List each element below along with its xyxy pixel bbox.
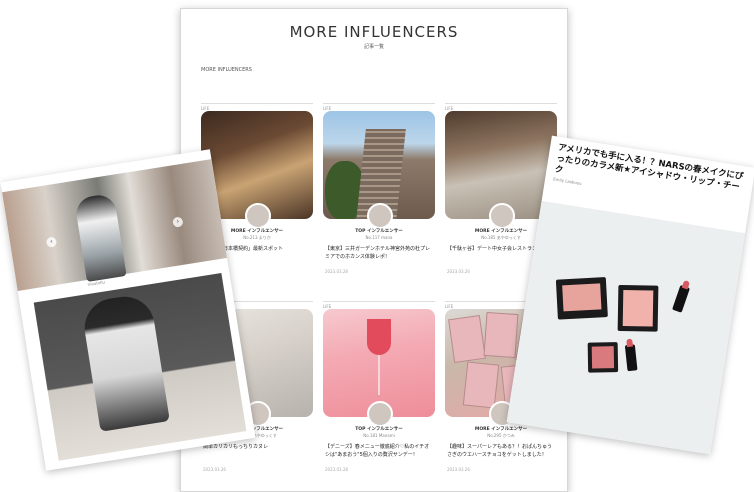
avatar bbox=[367, 401, 393, 427]
article-headline[interactable]: 簡単カリカリもっちりカヌレ bbox=[203, 443, 311, 451]
carousel-next-icon[interactable]: › bbox=[172, 216, 184, 228]
article-date: 2023.03.28 bbox=[325, 269, 348, 274]
page-title: MORE INFLUENCERS bbox=[289, 23, 459, 41]
eyeshadow-palette-shape bbox=[555, 277, 608, 320]
article-headline[interactable]: 【趣味】スーパーレアもある？！おぱんちゅうさぎのウエハースチョコをゲットしました… bbox=[447, 443, 555, 459]
influencer-name: No.117 mana bbox=[365, 235, 393, 240]
avatar bbox=[367, 203, 393, 229]
snack-pack-shape bbox=[462, 361, 500, 409]
snack-pack-shape bbox=[448, 314, 486, 364]
article-detail-page: アメリカでも手に入る！？NARSの春メイクにぴったりのカラメ新★アイシャドウ・リ… bbox=[506, 135, 754, 455]
avatar bbox=[489, 203, 515, 229]
person-figure bbox=[73, 192, 127, 283]
cheek-palette-shape bbox=[617, 284, 659, 332]
category-tag: LIFE bbox=[201, 103, 313, 111]
article-hero-photo bbox=[506, 200, 746, 455]
article-date: 2023.03.26 bbox=[447, 467, 470, 472]
article-headline[interactable]: 【デニーズ】春メニュー徹底紹介♡私のイチオシは"あまおう"5個入りの贅沢サンデー… bbox=[325, 443, 433, 459]
snack-pack-shape bbox=[483, 311, 519, 359]
article-card[interactable]: LIFE TOP インフルエンサー No.117 mana 【東京】三井ガーデン… bbox=[323, 103, 435, 293]
article-date: 2023.03.26 bbox=[203, 467, 226, 472]
influencer-rank: TOP インフルエンサー bbox=[355, 427, 403, 432]
cocktail-shape bbox=[367, 319, 391, 355]
lipstick-shape bbox=[624, 338, 638, 372]
category-tag: LIFE bbox=[323, 103, 435, 111]
category-tag: LIFE bbox=[323, 301, 435, 309]
influencer-name: No.295 かつみ bbox=[487, 433, 515, 438]
article-card[interactable]: LIFE TOP インフルエンサー No.181 Manami 【デニーズ】春メ… bbox=[323, 301, 435, 491]
category-tag: LIFE bbox=[445, 103, 557, 111]
article-headline[interactable]: 【東京】三井ガーデンホテル神宮外苑の杜プレミアでのホカンス体験レポ！ bbox=[325, 245, 433, 261]
article-date: 2023.03.26 bbox=[447, 269, 470, 274]
photo-carousel-page: ‹ › moutollu bbox=[0, 149, 256, 471]
influencer-rank: TOP インフルエンサー bbox=[355, 229, 403, 234]
page-subtitle: 記事一覧 bbox=[363, 44, 384, 50]
avatar bbox=[245, 203, 271, 229]
article-date: 2023.03.28 bbox=[325, 467, 348, 472]
lipstick-shape bbox=[672, 279, 691, 313]
influencer-name: No.181 Manami bbox=[363, 433, 395, 438]
compact-shape bbox=[587, 342, 619, 373]
breadcrumb[interactable]: MORE INFLUENCERS bbox=[201, 67, 252, 73]
carousel-prev-icon[interactable]: ‹ bbox=[45, 236, 58, 248]
glass-stem-shape bbox=[378, 355, 380, 395]
carousel-photo[interactable]: ‹ › bbox=[2, 159, 228, 292]
